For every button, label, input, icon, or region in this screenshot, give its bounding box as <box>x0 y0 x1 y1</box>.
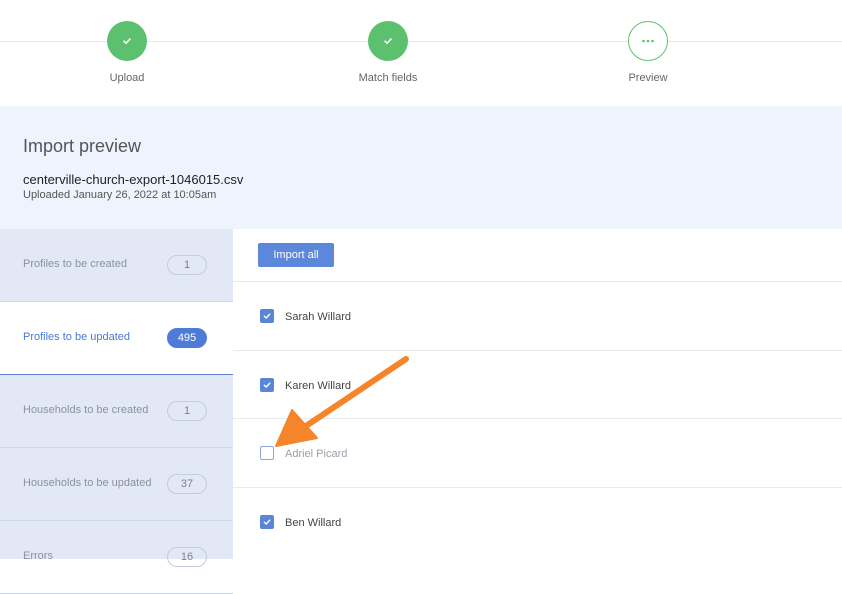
count-badge: 495 <box>167 328 207 348</box>
step-preview-circle <box>628 21 668 61</box>
checkbox-checked-icon <box>263 382 271 388</box>
row-checkbox[interactable] <box>260 446 274 460</box>
preview-list: Import all Sarah Willard Karen Willard A… <box>233 229 842 559</box>
list-item: Ben Willard <box>233 487 842 555</box>
sidebar-item-profiles-updated[interactable]: Profiles to be updated 495 <box>0 302 233 375</box>
step-upload-label: Upload <box>109 72 145 84</box>
sidebar-item-label: Errors <box>23 550 53 562</box>
step-match-fields: Match fields <box>328 21 448 84</box>
sidebar-item-profiles-created[interactable]: Profiles to be created 1 <box>0 229 233 302</box>
profile-name: Ben Willard <box>285 517 342 529</box>
row-checkbox[interactable] <box>260 515 274 529</box>
list-item: Sarah Willard <box>233 281 842 349</box>
count-badge: 1 <box>167 255 207 275</box>
count-badge: 16 <box>167 547 207 567</box>
upload-timestamp: Uploaded January 26, 2022 at 10:05am <box>23 189 217 201</box>
checkbox-checked-icon <box>263 313 271 319</box>
profile-name: Karen Willard <box>285 380 352 392</box>
count-badge: 37 <box>167 474 207 494</box>
profile-name: Adriel Picard <box>285 448 348 460</box>
step-upload: Upload <box>67 21 187 84</box>
count-badge: 1 <box>167 401 207 421</box>
sidebar-item-errors[interactable]: Errors 16 <box>0 521 233 594</box>
step-preview: Preview <box>588 21 708 84</box>
step-upload-circle <box>107 21 147 61</box>
step-preview-label: Preview <box>628 72 668 84</box>
row-checkbox[interactable] <box>260 378 274 392</box>
import-all-button[interactable]: Import all <box>258 243 334 267</box>
sidebar-item-households-updated[interactable]: Households to be updated 37 <box>0 448 233 521</box>
category-sidebar: Profiles to be created 1 Profiles to be … <box>0 229 233 594</box>
checkbox-checked-icon <box>263 519 271 525</box>
row-checkbox[interactable] <box>260 309 274 323</box>
list-item: Adriel Picard <box>233 418 842 486</box>
sidebar-item-label: Profiles to be updated <box>23 331 131 343</box>
sidebar-item-households-created[interactable]: Households to be created 1 <box>0 375 233 448</box>
step-match-fields-label: Match fields <box>358 72 418 84</box>
import-stepper: Upload Match fields Preview <box>0 0 842 106</box>
profile-name: Sarah Willard <box>285 311 352 323</box>
sidebar-item-label: Households to be updated <box>23 477 152 489</box>
check-icon <box>384 38 392 44</box>
ellipsis-icon <box>642 39 654 43</box>
file-name: centerville-church-export-1046015.csv <box>23 172 244 187</box>
list-item: Karen Willard <box>233 350 842 418</box>
page-title: Import preview <box>23 136 142 156</box>
sidebar-item-label: Households to be created <box>23 404 149 416</box>
import-header: Import preview centerville-church-export… <box>0 106 842 229</box>
step-match-fields-circle <box>368 21 408 61</box>
sidebar-item-label: Profiles to be created <box>23 258 127 270</box>
check-icon <box>123 38 131 44</box>
